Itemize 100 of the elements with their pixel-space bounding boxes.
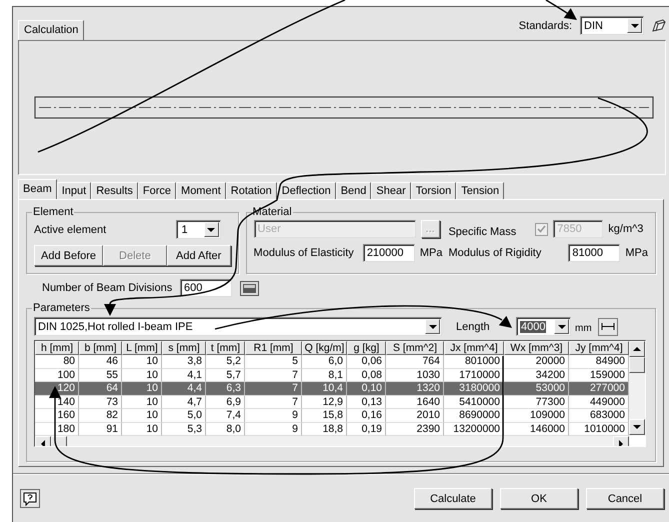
length-dropdown[interactable]: 4000	[516, 317, 571, 336]
table-cell: 6,9	[206, 396, 245, 409]
column-header[interactable]: R1 [mm]	[245, 341, 302, 355]
tab[interactable]: Input	[56, 182, 92, 199]
group-title: Parameters	[32, 302, 91, 314]
scrollbar-thumb[interactable]	[629, 357, 645, 373]
standards-label: Standards:	[518, 20, 572, 32]
column-header[interactable]: s [mm]	[162, 341, 206, 355]
profile-dropdown[interactable]: DIN 1025,Hot rolled I-beam IPE	[34, 317, 442, 336]
tab[interactable]: Results	[91, 182, 138, 199]
dialog-button[interactable]: OK	[500, 488, 578, 509]
calculator-icon[interactable]	[240, 280, 259, 296]
table-cell: 1320	[386, 382, 444, 396]
dimension-icon[interactable]	[598, 318, 618, 336]
table-cell: 160	[35, 409, 79, 422]
tab[interactable]: Rotation	[226, 182, 277, 199]
table-cell: 10	[122, 409, 162, 422]
table-cell: 5410000	[444, 396, 504, 409]
table-cell: 7	[245, 396, 302, 409]
tab[interactable]: Tension	[456, 182, 504, 199]
table-cell: 1640	[386, 396, 444, 409]
column-header[interactable]: Jy [mm^4]	[569, 341, 629, 355]
scroll-up-icon[interactable]	[629, 341, 645, 357]
table-cell: 5	[245, 355, 302, 368]
table-cell: 0,16	[347, 409, 386, 422]
column-header[interactable]: L [mm]	[122, 341, 162, 355]
table-row[interactable]: 120 64 10 4,4 6,3 7 10,4 0,10 1320 3180000 53000 277000	[35, 382, 629, 396]
table-row[interactable]: 80 46 10 3,8 5,2 5 6,0 0,06 764 801000 20000 84900	[35, 355, 629, 368]
table-cell: 2010	[386, 409, 444, 422]
column-header[interactable]: b [mm]	[79, 341, 122, 355]
table-cell: 46	[79, 355, 122, 368]
unit-label: MPa	[625, 247, 648, 259]
column-header[interactable]: h [mm]	[35, 341, 79, 355]
table-cell: 801000	[444, 355, 504, 368]
element-button[interactable]: Add Before	[34, 245, 104, 266]
annotation-arrow	[546, 0, 577, 20]
scroll-down-icon[interactable]	[629, 419, 645, 435]
table-cell: 82	[79, 409, 122, 422]
divisions-field[interactable]: 600	[180, 279, 232, 297]
vertical-scrollbar[interactable]	[629, 341, 645, 435]
unit-label: mm	[575, 323, 592, 334]
tab[interactable]: Beam	[18, 179, 57, 199]
table-cell: 109000	[504, 409, 569, 422]
unit-label: kg/m^3	[608, 223, 644, 235]
table-row[interactable]: 140 73 10 4,7 6,9 7 12,9 0,13 1640 5410000 77300 449000	[35, 396, 629, 409]
table-cell: 3,8	[162, 355, 206, 368]
tab[interactable]: Deflection	[276, 182, 336, 199]
table-cell: 5,0	[162, 409, 206, 422]
table-cell: 0,10	[347, 382, 386, 396]
rigidity-field[interactable]: 81000	[568, 244, 620, 262]
field-label: Modulus of Elasticity	[254, 247, 354, 259]
table-cell: 0,13	[347, 396, 386, 409]
tab[interactable]: Calculation	[18, 20, 84, 40]
table-cell: 10	[122, 382, 162, 396]
table-cell: 10	[122, 355, 162, 368]
table-cell: 10	[122, 396, 162, 409]
table-cell: 10,4	[302, 382, 347, 396]
dialog-button[interactable]: Cancel	[586, 488, 664, 509]
group-title: Material	[252, 206, 293, 218]
table-cell: 6,3	[206, 382, 245, 396]
table-cell: 4,7	[162, 396, 206, 409]
table-cell: 764	[386, 355, 444, 368]
group-title: Element	[32, 206, 74, 218]
table-cell: 4,4	[162, 382, 206, 396]
field-label: Modulus of Rigidity	[448, 247, 542, 259]
standards-dropdown[interactable]: DIN	[580, 16, 644, 35]
tab[interactable]: Shear	[371, 182, 411, 199]
table-cell: 7	[245, 382, 302, 396]
field-label: Number of Beam Divisions	[42, 282, 172, 294]
table-cell: 80	[35, 355, 79, 368]
table-cell: 5,2	[206, 355, 245, 368]
column-header[interactable]: g [kg]	[347, 341, 386, 355]
tab[interactable]: Force	[138, 182, 176, 199]
column-header[interactable]: Jx [mm^4]	[444, 341, 504, 355]
checkbox[interactable]	[535, 222, 548, 236]
tab[interactable]: Torsion	[410, 182, 456, 199]
elasticity-field[interactable]: 210000	[362, 244, 415, 262]
element-button[interactable]: Add After	[166, 245, 231, 266]
tab[interactable]: Bend	[336, 182, 372, 199]
table-cell: 53000	[504, 382, 569, 396]
help-icon[interactable]	[20, 489, 40, 508]
column-header[interactable]: S [mm^2]	[386, 341, 444, 355]
column-header[interactable]: Wx [mm^3]	[504, 341, 569, 355]
table-cell: 64	[79, 382, 122, 396]
table-cell: 73	[79, 396, 122, 409]
eraser-icon[interactable]	[652, 19, 666, 32]
dialog-button[interactable]: Calculate	[414, 488, 492, 509]
table-cell: 9	[245, 409, 302, 422]
table-cell: 6,0	[302, 355, 347, 368]
table-row[interactable]: 160 82 10 5,0 7,4 9 15,8 0,16 2010 8690000 109000 683000	[35, 409, 629, 422]
table-cell: 0,06	[347, 355, 386, 368]
tab[interactable]: Moment	[176, 182, 226, 199]
active-element-dropdown[interactable]: 1	[176, 220, 221, 239]
table-cell: 77300	[504, 396, 569, 409]
table-cell: 3180000	[444, 382, 504, 396]
field-label: Active element	[34, 224, 106, 236]
column-header[interactable]: Q [kg/m]	[302, 341, 347, 355]
field-label: Length	[456, 320, 491, 332]
column-header[interactable]: t [mm]	[206, 341, 245, 355]
table-cell: 20000	[504, 355, 569, 368]
